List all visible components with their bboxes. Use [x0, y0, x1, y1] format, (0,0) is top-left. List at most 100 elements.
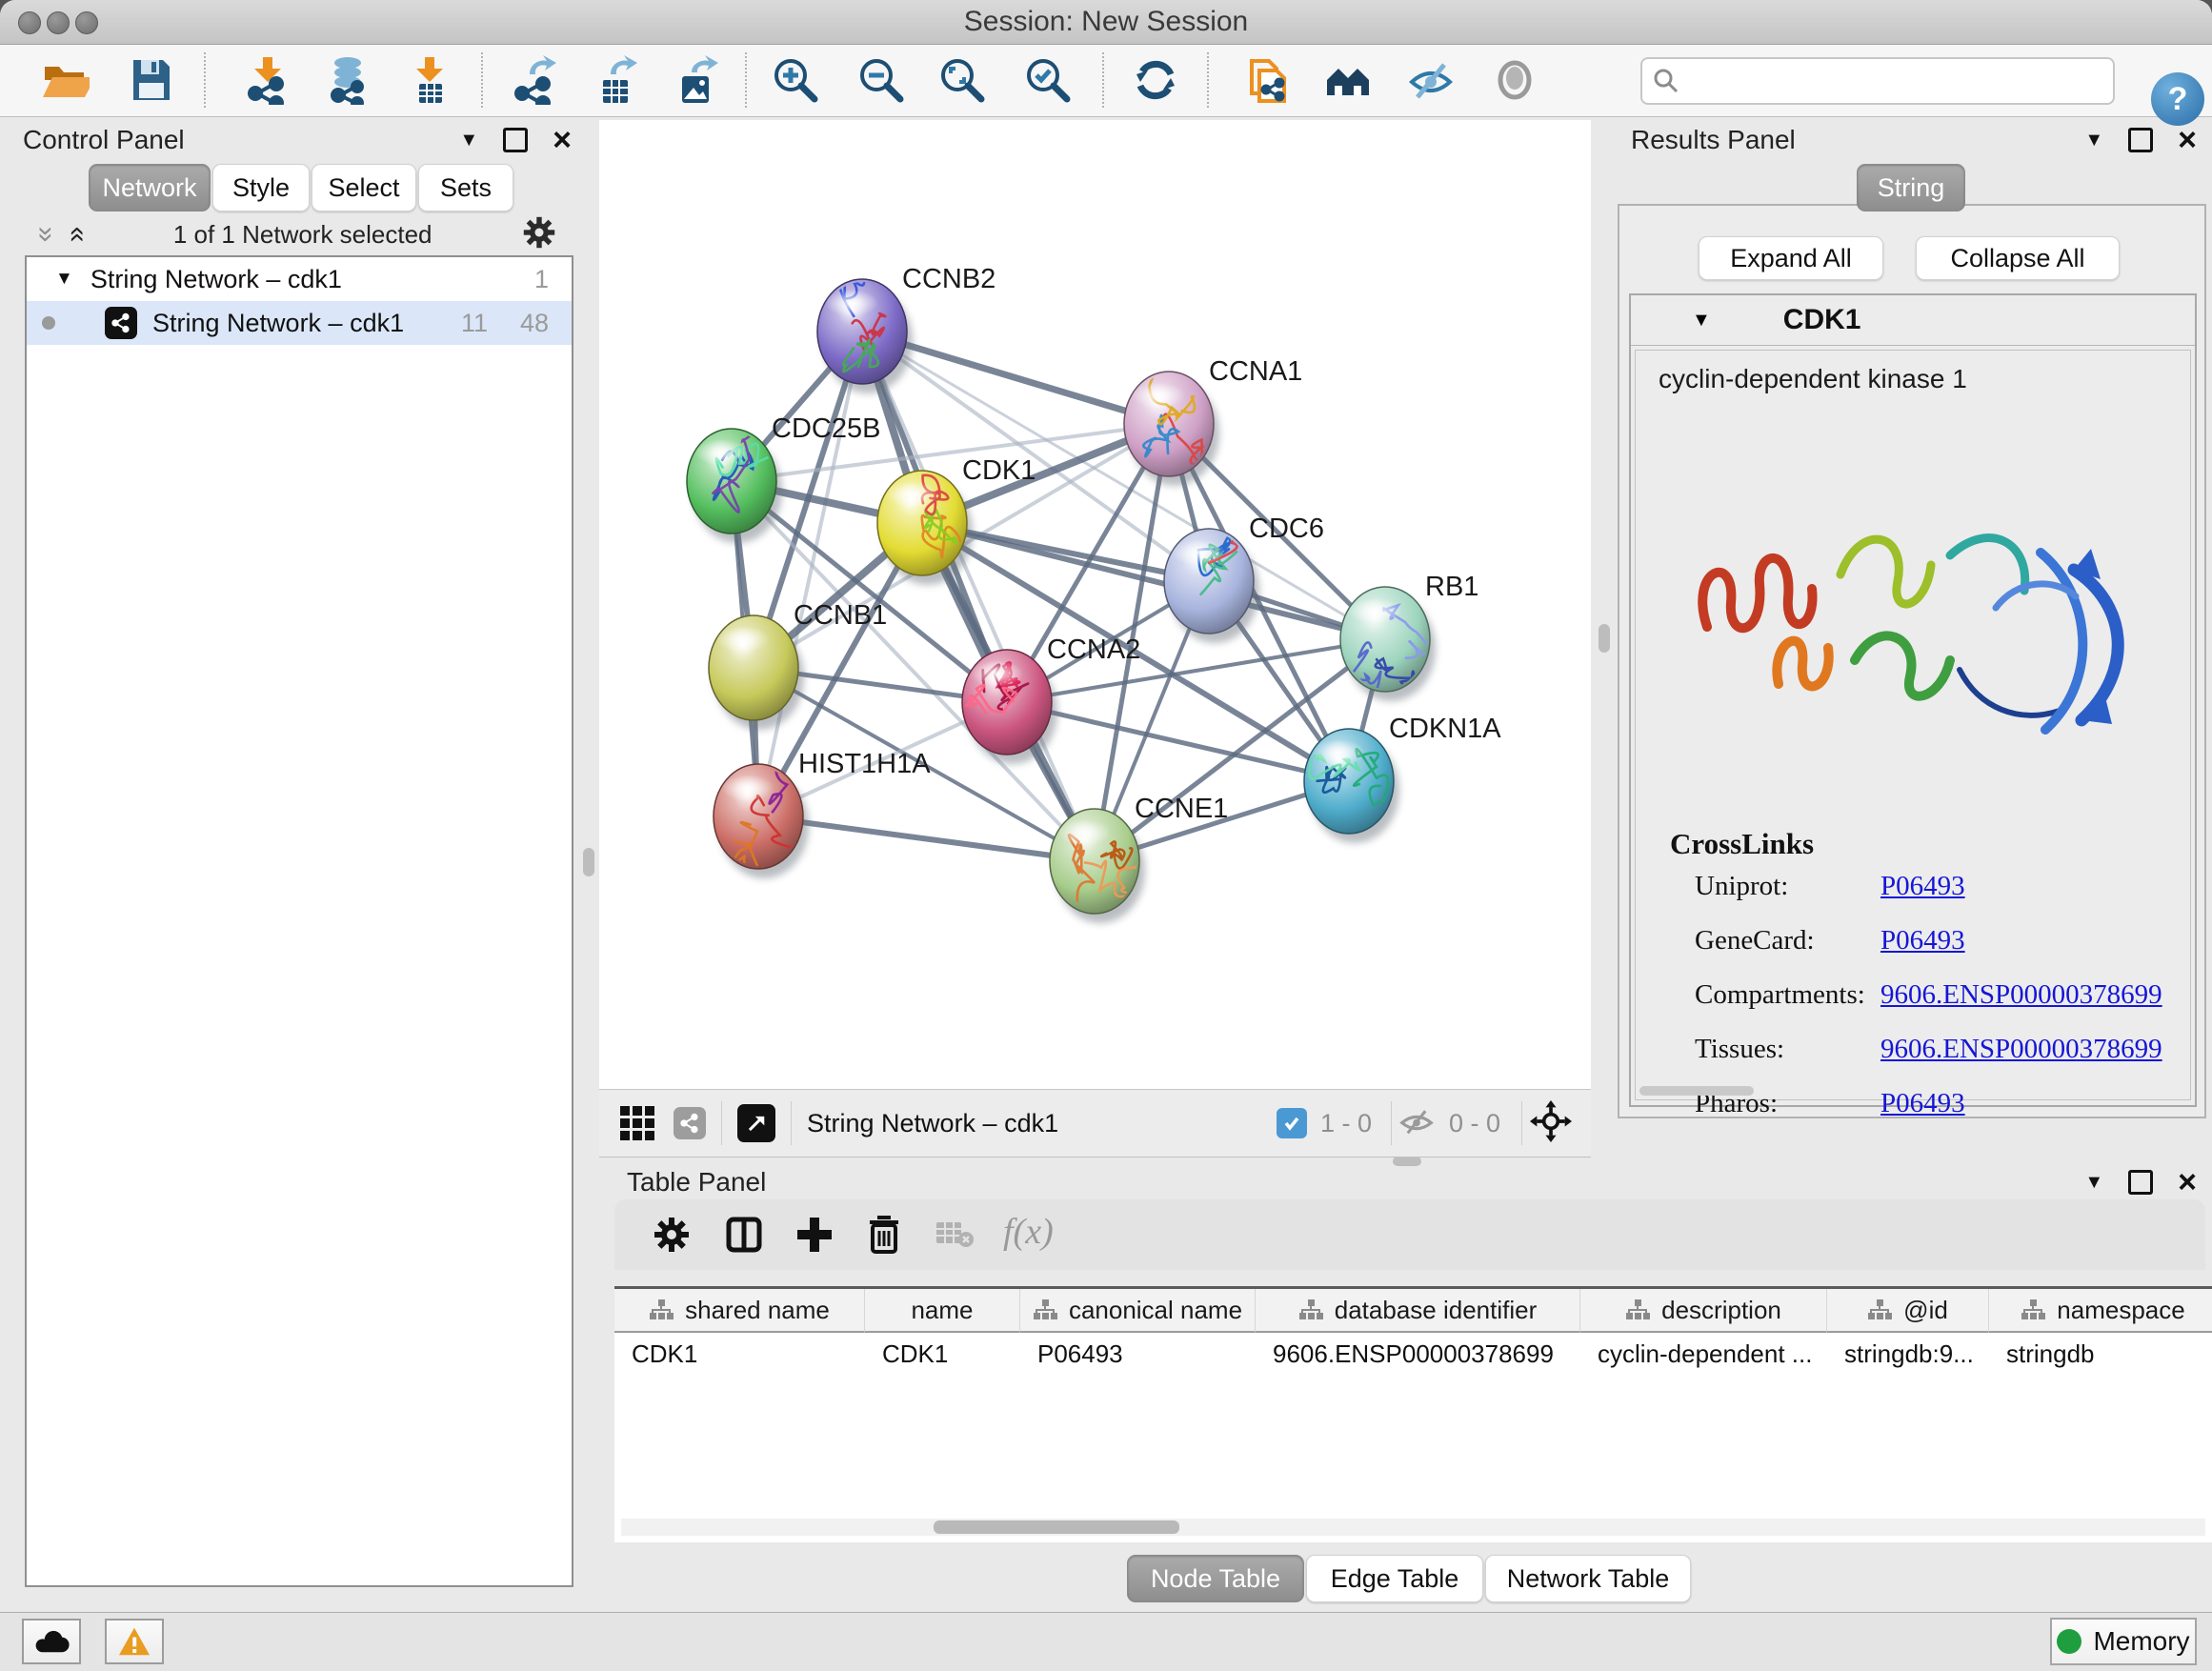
save-session-icon[interactable] [124, 53, 177, 107]
crosslink-value-link[interactable]: 9606.ENSP00000378699 [1880, 1034, 2162, 1065]
table-cell[interactable]: stringdb:9... [1827, 1333, 1989, 1375]
control-panel-menu-icon[interactable]: ▼ [459, 130, 478, 151]
crosslink-value-link[interactable]: 9606.ENSP00000378699 [1880, 979, 2162, 1011]
table-cell[interactable]: P06493 [1020, 1333, 1256, 1375]
zoom-in-icon[interactable] [769, 53, 822, 107]
gene-card-header[interactable]: ▼ CDK1 [1631, 295, 2195, 346]
network-edge-CCNB2-CCNE1[interactable] [862, 332, 1095, 861]
show-columns-icon[interactable] [725, 1216, 763, 1258]
network-overview-share-icon[interactable] [674, 1107, 706, 1139]
table-hscrollbar-thumb[interactable] [934, 1520, 1179, 1534]
network-node-CDK1[interactable] [877, 471, 973, 585]
refresh-icon[interactable] [1129, 53, 1182, 107]
pan-crosshair-icon[interactable] [1530, 1100, 1572, 1147]
network-node-CCNA1[interactable] [1124, 368, 1219, 503]
table-row[interactable]: CDK1CDK1P064939606.ENSP00000378699cyclin… [614, 1333, 2212, 1375]
help-icon[interactable]: ? [2151, 72, 2204, 126]
vertical-splitter-handle[interactable] [1599, 624, 1610, 653]
network-options-gear-icon[interactable] [522, 215, 556, 254]
horizontal-splitter-handle[interactable] [1393, 1157, 1421, 1166]
network-node-CCNA2[interactable] [962, 650, 1057, 764]
expand-all-networks-icon[interactable]: » [59, 227, 91, 243]
column-header-description[interactable]: description [1580, 1289, 1827, 1333]
expand-all-button[interactable]: Expand All [1699, 236, 1883, 280]
column-header-database-identifier[interactable]: database identifier [1256, 1289, 1580, 1333]
network-node-CCNE1[interactable] [1050, 809, 1150, 923]
column-header-canonical-name[interactable]: canonical name [1020, 1289, 1256, 1333]
collapse-all-networks-icon[interactable]: » [30, 227, 62, 243]
crosslink-value-link[interactable]: P06493 [1880, 1088, 1965, 1119]
table-panel-float-icon[interactable] [2128, 1170, 2153, 1195]
import-network-file-icon[interactable] [240, 53, 293, 107]
crosslink-value-link[interactable]: P06493 [1880, 871, 1965, 902]
tab-network-table[interactable]: Network Table [1485, 1555, 1691, 1602]
control-panel-close-icon[interactable]: × [553, 131, 572, 150]
zoom-selected-icon[interactable] [1021, 53, 1075, 107]
table-cell[interactable]: cyclin-dependent ... [1580, 1333, 1827, 1375]
column-header-shared-name[interactable]: shared name [614, 1289, 865, 1333]
table-panel-close-icon[interactable]: × [2178, 1173, 2197, 1192]
table-panel-menu-icon[interactable]: ▼ [2084, 1172, 2103, 1194]
column-header-namespace[interactable]: namespace [1989, 1289, 2212, 1333]
show-all-icon[interactable] [1488, 53, 1541, 107]
network-row-selected[interactable]: String Network – cdk1 11 48 [27, 301, 572, 345]
column-header-name[interactable]: name [865, 1289, 1020, 1333]
open-session-icon[interactable] [38, 53, 91, 107]
zoom-out-icon[interactable] [855, 53, 908, 107]
table-cell[interactable]: CDK1 [614, 1333, 865, 1375]
clone-network-icon[interactable] [1240, 53, 1294, 107]
export-network-icon[interactable] [507, 53, 560, 107]
results-panel-float-icon[interactable] [2128, 128, 2153, 152]
tab-select[interactable]: Select [312, 164, 416, 211]
tab-string[interactable]: String [1857, 164, 1965, 211]
network-edge-CCNA2-CDKN1A[interactable] [1007, 702, 1349, 781]
birds-eye-view-icon[interactable] [620, 1106, 654, 1140]
tab-style[interactable]: Style [212, 164, 310, 211]
network-graph[interactable]: CCNB2CCNA1CDC25BCDK1CDC6RB1CCNB1CCNA2CDK… [599, 120, 1591, 1089]
network-node-RB1[interactable] [1340, 587, 1436, 704]
open-in-new-window-icon[interactable] [737, 1104, 775, 1142]
cloud-status-button[interactable] [22, 1619, 81, 1664]
network-collection-row[interactable]: ▼ String Network – cdk1 1 [27, 257, 572, 301]
first-neighbors-icon[interactable] [1321, 53, 1375, 107]
hidden-items-eye-icon[interactable] [1398, 1105, 1436, 1142]
selected-checkbox-icon[interactable] [1277, 1108, 1307, 1138]
collection-expand-icon[interactable]: ▼ [55, 269, 73, 290]
tab-edge-table[interactable]: Edge Table [1306, 1555, 1483, 1602]
crosslink-value-link[interactable]: P06493 [1880, 925, 1965, 956]
table-options-gear-icon[interactable] [653, 1216, 691, 1258]
column-network-icon [649, 1299, 674, 1321]
results-panel-menu-icon[interactable]: ▼ [2084, 130, 2103, 151]
protein-structure-image [1664, 465, 2169, 779]
export-image-icon[interactable] [669, 53, 722, 107]
warnings-button[interactable] [105, 1619, 164, 1664]
toolbar-separator [745, 52, 747, 108]
table-cell[interactable]: CDK1 [865, 1333, 1020, 1375]
results-scrollbar[interactable] [1639, 1086, 1754, 1096]
memory-button[interactable]: Memory [2050, 1618, 2197, 1665]
column-header--id[interactable]: @id [1827, 1289, 1989, 1333]
export-table-icon[interactable] [588, 53, 641, 107]
hide-selected-icon[interactable] [1404, 53, 1458, 107]
network-node-CDKN1A[interactable] [1304, 729, 1399, 843]
create-column-icon[interactable] [795, 1216, 834, 1258]
network-node-CCNB2[interactable] [817, 242, 913, 393]
tab-node-table[interactable]: Node Table [1127, 1555, 1304, 1602]
network-type-icon [105, 307, 137, 339]
table-hscrollbar-track[interactable] [621, 1519, 2205, 1536]
vertical-splitter-handle[interactable] [583, 848, 594, 876]
zoom-fit-icon[interactable] [935, 53, 989, 107]
tab-network[interactable]: Network [89, 164, 211, 211]
tab-sets[interactable]: Sets [418, 164, 513, 211]
delete-column-icon[interactable] [864, 1214, 904, 1260]
network-edge-HIST1H1A-CCNE1[interactable] [758, 816, 1095, 861]
table-cell[interactable]: stringdb [1989, 1333, 2212, 1375]
import-table-icon[interactable] [402, 53, 455, 107]
table-cell[interactable]: 9606.ENSP00000378699 [1256, 1333, 1580, 1375]
control-panel-float-icon[interactable] [503, 128, 528, 152]
search-input[interactable] [1690, 66, 2113, 97]
import-network-database-icon[interactable] [321, 53, 374, 107]
results-panel-close-icon[interactable]: × [2178, 131, 2197, 150]
collapse-all-button[interactable]: Collapse All [1916, 236, 2120, 280]
gene-collapse-icon[interactable]: ▼ [1692, 310, 1711, 332]
